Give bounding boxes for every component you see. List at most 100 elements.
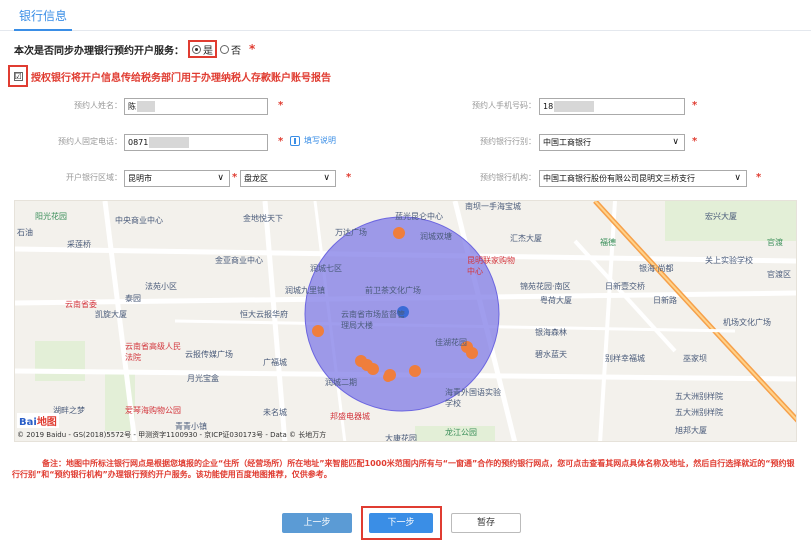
authorize-checkbox-highlight[interactable]: ☑ xyxy=(8,65,28,87)
booker-landline-input[interactable]: 0871 xyxy=(124,134,268,151)
map-label: 云南省委 xyxy=(65,300,97,309)
bank-org-value: 中国工商银行股份有限公司昆明文三桥支行 xyxy=(543,174,695,183)
redacted-mask xyxy=(137,101,155,112)
map-label: 蓝光昆仑中心 xyxy=(395,212,443,221)
map-label: 润城二期 xyxy=(325,378,357,387)
map-label: 五大洲别样院 xyxy=(675,392,723,401)
logo-suffix: 地图 xyxy=(36,417,57,428)
booker-name-label: 预约人姓名： xyxy=(74,101,122,110)
baidu-logo[interactable]: Bai地图 xyxy=(17,413,59,428)
map-label: 云南省市场监督管理局大楼 xyxy=(341,310,405,330)
map-label: 碧水蓝天 xyxy=(535,350,567,359)
help-link[interactable]: 填写说明 xyxy=(290,135,336,146)
authorize-text: 授权银行将开户信息传给税务部门用于办理纳税人存款账户账号报告 xyxy=(31,72,331,84)
map-label: 金地悦天下 xyxy=(243,214,283,223)
tab-bar: 银行信息 xyxy=(0,0,811,31)
required-mark: * xyxy=(249,42,256,56)
tab-bank-info[interactable]: 银行信息 xyxy=(14,7,73,31)
map-label: 月光宝盒 xyxy=(187,374,219,383)
map-label: 大康花园 xyxy=(385,434,417,442)
logo-text: Bai xyxy=(19,417,37,428)
map-label: 锦苑花园·南区 xyxy=(520,282,571,291)
district-value: 盘龙区 xyxy=(244,174,268,183)
map-copyright: © 2019 Baidu - GS(2018)5572号 - 甲测资字11009… xyxy=(17,431,327,439)
map-label: 法苑小区 xyxy=(145,282,177,291)
booker-phone-label: 预约人手机号码： xyxy=(472,101,536,110)
map-label: 中央商业中心 xyxy=(115,216,163,225)
city-value: 昆明市 xyxy=(128,174,152,183)
booker-landline-value: 0871 xyxy=(128,138,149,147)
required-mark: * xyxy=(232,172,238,183)
bank-type-label: 预约银行行别： xyxy=(480,137,536,146)
map-label: 昆明联家购物中心 xyxy=(467,256,515,276)
map-label: 南坝一手海宝城 xyxy=(465,202,521,211)
map-label: 日新路 xyxy=(653,296,677,305)
bank-appointment-question: 本次是否同步办理银行预约开户服务： 是 否 * xyxy=(14,40,255,58)
radio-yes[interactable] xyxy=(192,44,201,54)
chevron-down-icon: ∨ xyxy=(672,137,679,147)
booker-phone-input[interactable]: 18 xyxy=(539,98,685,115)
map-label: 旭邦大厦 xyxy=(675,426,707,435)
map-label: 宏兴大厦 xyxy=(705,212,737,221)
map-label: 凯旋大厦 xyxy=(95,310,127,319)
booker-name-input[interactable]: 陈 xyxy=(124,98,268,115)
radio-no-option[interactable]: 否 xyxy=(220,42,241,57)
save-draft-button[interactable]: 暂存 xyxy=(451,513,521,533)
authorize-row: ☑ 授权银行将开户信息传给税务部门用于办理纳税人存款账户账号报告 xyxy=(8,65,331,87)
required-mark: * xyxy=(278,136,284,147)
district-select[interactable]: 盘龙区 ∨ xyxy=(240,170,336,187)
map-note: 备注：地图中所标注银行网点是根据您填报的企业“住所（经营场所）所在地址”来智能匹… xyxy=(12,459,795,479)
required-mark: * xyxy=(278,100,284,111)
map-label: 爱琴海购物公园 xyxy=(125,406,181,415)
region-label: 开户银行区域： xyxy=(66,173,122,182)
map-label: 润城双塘 xyxy=(420,232,452,241)
prev-step-button[interactable]: 上一步 xyxy=(282,513,352,533)
map-label: 官渡 xyxy=(767,238,783,247)
map-label: 金亚商业中心 xyxy=(215,256,263,265)
map-label: 别样幸福城 xyxy=(605,354,645,363)
map-label: 银海森林 xyxy=(535,328,567,337)
authorize-checkbox[interactable]: ☑ xyxy=(13,71,23,81)
map-label: 五大洲别样院 xyxy=(675,408,723,417)
required-mark: * xyxy=(346,172,352,183)
required-mark: * xyxy=(692,136,698,147)
chevron-down-icon: ∨ xyxy=(323,173,330,183)
required-mark: * xyxy=(756,172,762,183)
question-label: 本次是否同步办理银行预约开户服务： xyxy=(14,45,184,57)
map-label: 泰园 xyxy=(125,294,141,303)
bank-org-select[interactable]: 中国工商银行股份有限公司昆明文三桥支行 ∨ xyxy=(539,170,747,187)
city-select[interactable]: 昆明市 ∨ xyxy=(124,170,230,187)
radio-yes-label: 是 xyxy=(203,45,213,57)
map-label: 银海·尚都 xyxy=(639,264,674,273)
required-mark: * xyxy=(692,100,698,111)
map-label: 汇杰大厦 xyxy=(510,234,542,243)
map-label: 广福城 xyxy=(263,358,287,367)
baidu-map[interactable]: 阳光花园 中央商业中心 金地悦天下 蓝光昆仑中心 南坝一手海宝城 宏兴大厦 石油… xyxy=(14,200,797,442)
map-label: 海青外国语实验学校 xyxy=(445,388,501,408)
redacted-mask xyxy=(149,137,190,148)
radio-no[interactable] xyxy=(220,44,229,54)
map-label: 巫家坝 xyxy=(683,354,707,363)
map-label: 关上实验学校 xyxy=(705,256,753,265)
next-step-button[interactable]: 下一步 xyxy=(369,513,433,533)
map-label: 万达广场 xyxy=(335,228,367,237)
booker-phone-value: 18 xyxy=(543,102,554,111)
map-label: 润城九里镇 xyxy=(285,286,325,295)
book-icon xyxy=(290,135,300,146)
map-label: 云南省高级人民法院 xyxy=(125,342,181,362)
bank-type-value: 中国工商银行 xyxy=(543,138,591,147)
booker-name-value: 陈 xyxy=(128,102,136,111)
map-label: 佳湖花园 xyxy=(435,338,467,347)
map-label: 官渡区 xyxy=(767,270,791,279)
map-label: 未名城 xyxy=(263,408,287,417)
help-text: 填写说明 xyxy=(304,136,336,145)
booker-landline-label: 预约人固定电话： xyxy=(58,137,122,146)
chevron-down-icon: ∨ xyxy=(734,173,741,183)
map-label: 云报传媒广场 xyxy=(185,350,233,359)
map-label: 恒大云报华府 xyxy=(240,310,288,319)
bank-org-label: 预约银行机构： xyxy=(480,173,536,182)
radio-yes-highlight[interactable]: 是 xyxy=(188,40,217,58)
map-label: 前卫茶文化广场 xyxy=(365,286,421,295)
map-label: 粤荷大厦 xyxy=(540,296,572,305)
bank-type-select[interactable]: 中国工商银行 ∨ xyxy=(539,134,685,151)
